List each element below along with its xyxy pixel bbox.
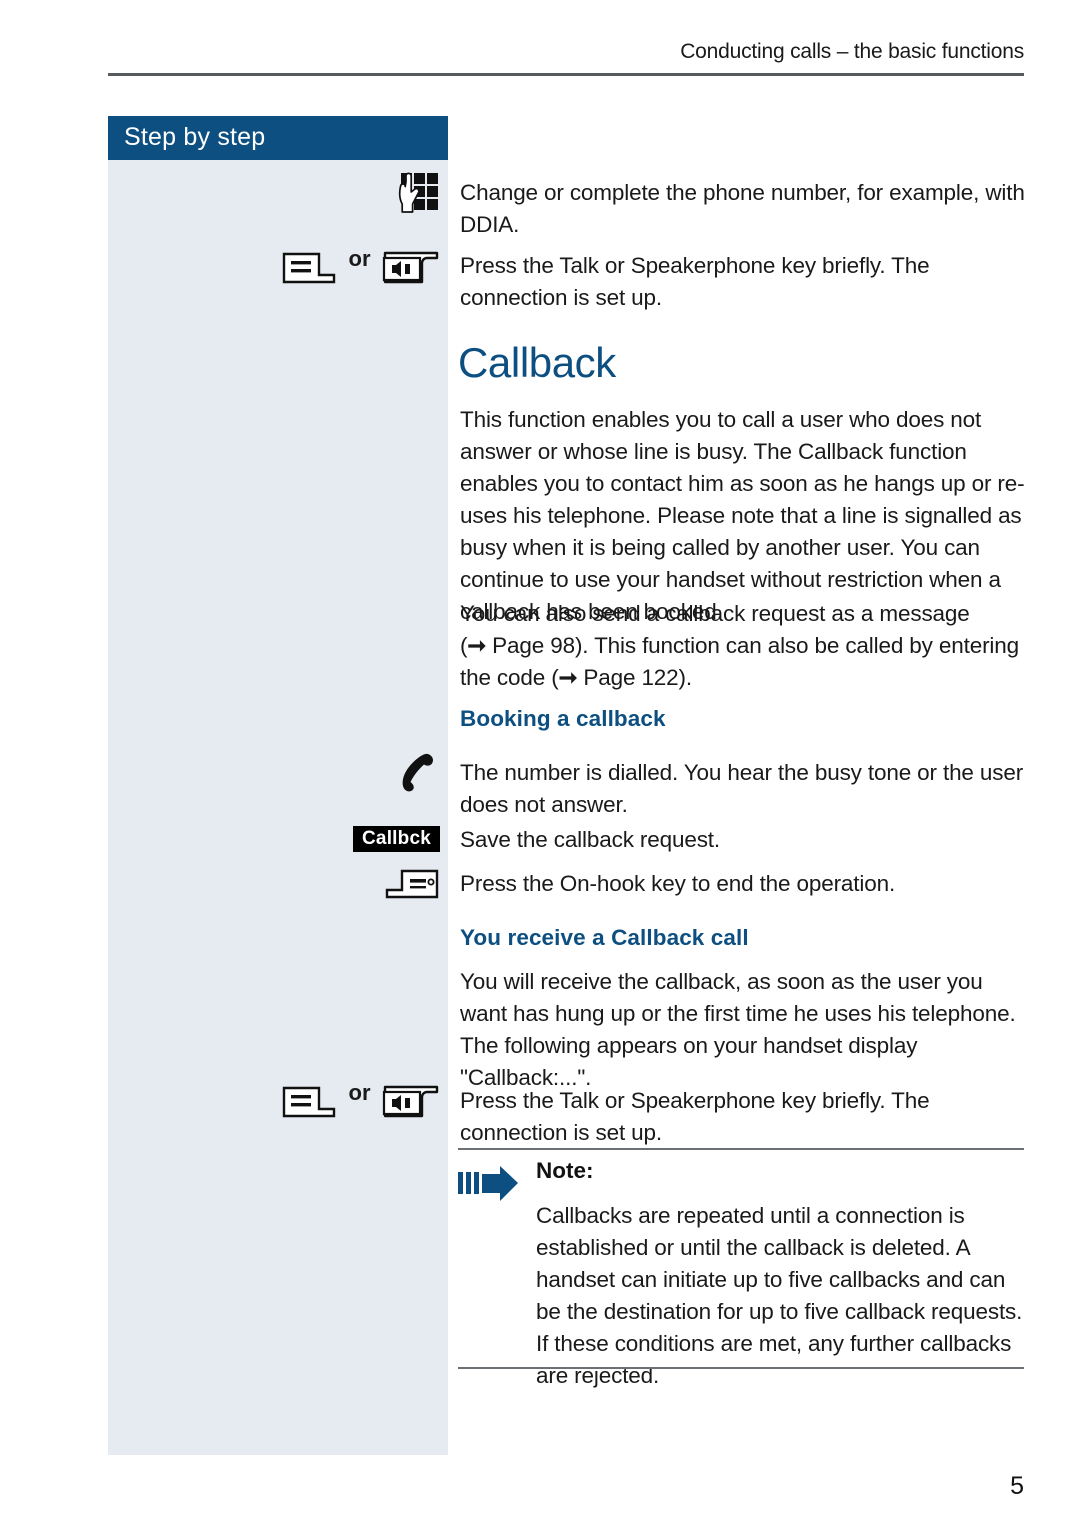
keypad-icon-cell bbox=[392, 172, 440, 221]
note-body: Callbacks are repeated until a connectio… bbox=[536, 1203, 1023, 1388]
page-ref-98: ➞ Page 98 bbox=[467, 633, 575, 658]
booking-row-text-1: Save the callback request. bbox=[460, 827, 721, 852]
note-divider-bottom bbox=[458, 1367, 1024, 1369]
on-hook-key-cell bbox=[380, 868, 440, 905]
receive-paragraph: You will receive the callback, as soon a… bbox=[460, 969, 1016, 1090]
talk-or-speakerphone-cell-2: or bbox=[275, 1080, 440, 1124]
sidebar-title: Step by step bbox=[124, 123, 266, 151]
keypad-icon bbox=[398, 172, 440, 221]
receive-row-text: Press the Talk or Speakerphone key brief… bbox=[460, 1088, 930, 1145]
talk-key-icon[interactable] bbox=[281, 251, 337, 290]
page-ref-122: ➞ Page 122 bbox=[558, 665, 679, 690]
handset-icon bbox=[398, 750, 440, 797]
intro-paragraph-1: This function enables you to call a user… bbox=[460, 407, 1025, 624]
section-heading-booking: Booking a callback bbox=[460, 706, 666, 731]
talk-or-speakerphone-cell-1: or bbox=[275, 246, 440, 290]
step-text-press-talk-1: Press the Talk or Speakerphone key brief… bbox=[460, 253, 930, 310]
page-title: Callback bbox=[458, 339, 616, 386]
step-text-change-number: Change or complete the phone number, for… bbox=[460, 180, 1025, 237]
speakerphone-key-icon[interactable] bbox=[382, 1085, 440, 1124]
header-divider bbox=[108, 73, 1024, 76]
speakerphone-key-icon[interactable] bbox=[382, 251, 440, 290]
note-title: Note: bbox=[536, 1158, 594, 1183]
intro-p2-part3: ). bbox=[678, 665, 693, 690]
section-heading-receive: You receive a Callback call bbox=[460, 925, 749, 950]
on-hook-key-icon[interactable] bbox=[384, 868, 440, 905]
talk-key-icon[interactable] bbox=[281, 1085, 337, 1124]
callbck-softkey-button[interactable]: Callbck bbox=[353, 826, 440, 852]
booking-row-text-2: Press the On-hook key to end the operati… bbox=[460, 871, 896, 896]
page-number: 5 bbox=[1010, 1472, 1024, 1500]
note-divider-top bbox=[458, 1148, 1024, 1150]
or-label-2: or bbox=[348, 1080, 371, 1105]
note-arrow-icon bbox=[458, 1164, 520, 1209]
intro-paragraph-2: You can also send a callback request as … bbox=[460, 598, 1026, 694]
callbck-softkey-cell: Callbck bbox=[300, 826, 440, 852]
running-header: Conducting calls – the basic functions bbox=[680, 40, 1024, 63]
or-label-1: or bbox=[348, 246, 371, 271]
handset-icon-cell bbox=[386, 750, 440, 797]
booking-row-text-0: The number is dialled. You hear the busy… bbox=[460, 760, 1024, 817]
